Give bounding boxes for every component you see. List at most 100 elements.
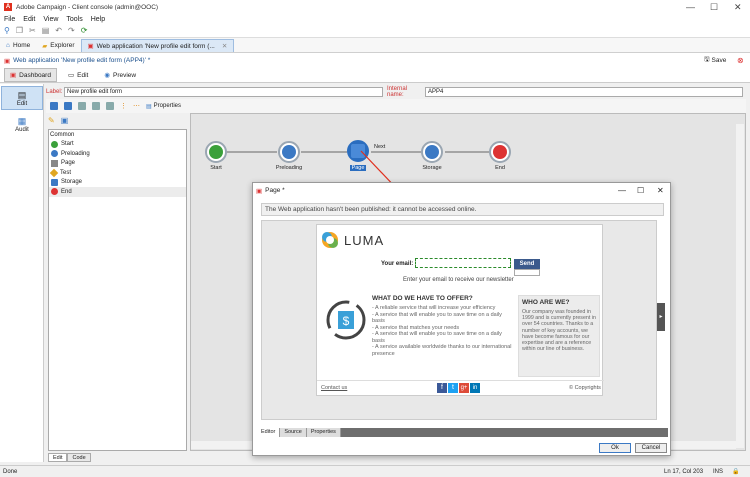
edit-page-icon: ▤ <box>17 89 27 100</box>
layout-horizontal-icon[interactable] <box>64 102 72 110</box>
insert-mode: INS <box>713 468 724 475</box>
palette-item-page[interactable]: Page <box>49 159 186 169</box>
email-input[interactable] <box>415 258 511 268</box>
close-window-button[interactable]: ✕ <box>734 2 742 13</box>
maximize-button[interactable]: ☐ <box>710 2 718 13</box>
contact-link[interactable]: Contact us <box>321 385 347 391</box>
who-text: Our company was founded in 1999 and is c… <box>522 309 596 353</box>
tab-webapp[interactable]: ▣ Web application 'New profile edit form… <box>80 39 235 52</box>
page-icon <box>51 159 58 167</box>
offer-title: WHAT DO WE HAVE TO OFFER? <box>372 295 473 302</box>
palette-item-preloading[interactable]: Preloading <box>49 149 186 159</box>
menu-help[interactable]: Help <box>91 16 105 23</box>
select-icon[interactable] <box>106 102 114 110</box>
facebook-icon[interactable]: f <box>437 383 447 393</box>
start-icon <box>209 145 223 159</box>
offer-item: - A service available worldwide thanks t… <box>372 344 512 357</box>
activity-palette: Common Start Preloading Page Test Storag… <box>48 129 187 451</box>
workflow-node-storage[interactable] <box>421 141 443 163</box>
tab-home[interactable]: ⌂ Home <box>0 39 36 52</box>
linkedin-icon[interactable]: in <box>470 383 480 393</box>
tab-edit[interactable]: ▭ Edit <box>63 69 93 81</box>
webapp-icon: ▣ <box>4 57 11 65</box>
dialog-title: Page * <box>265 187 285 194</box>
menu-file[interactable]: File <box>4 16 15 23</box>
tab-explorer[interactable]: ▰ Explorer <box>36 39 80 52</box>
undo-icon[interactable]: ↶ <box>55 26 62 35</box>
tab-webapp-label: Web application 'New profile edit form (… <box>96 42 215 50</box>
label-caption: Label: <box>46 88 63 95</box>
collapse-panel-handle[interactable]: ▸ <box>657 303 665 331</box>
palette-item-end[interactable]: End <box>49 187 186 197</box>
minimize-button[interactable]: — <box>686 2 695 12</box>
workflow-node-end[interactable] <box>489 141 511 163</box>
workflow-node-preloading[interactable] <box>278 141 300 163</box>
layout-icon[interactable] <box>50 102 58 110</box>
refresh-icon[interactable]: ⟳ <box>81 26 88 35</box>
save-button[interactable]: 🖫 Save <box>704 55 726 66</box>
menu-view[interactable]: View <box>43 16 58 23</box>
dialog-minimize-button[interactable]: — <box>618 186 626 195</box>
nav-edit[interactable]: ▤ Edit <box>1 86 43 110</box>
palette-item-test[interactable]: Test <box>49 168 186 178</box>
connect-icon[interactable]: ⚲ <box>4 26 10 35</box>
palette-item-storage[interactable]: Storage <box>49 178 186 188</box>
tab-editor[interactable]: Editor <box>257 428 281 437</box>
send-button[interactable]: Send <box>514 259 540 269</box>
tab-properties[interactable]: Properties <box>306 428 341 437</box>
tab-explorer-label: Explorer <box>50 42 75 49</box>
internal-name-field[interactable]: APP4 <box>425 86 743 97</box>
tab-source[interactable]: Source <box>280 428 307 437</box>
save-icon: 🖫 <box>704 56 710 63</box>
workflow-node-start[interactable] <box>205 141 227 163</box>
dialog-maximize-button[interactable]: ☐ <box>637 186 644 195</box>
menu-edit[interactable]: Edit <box>23 16 35 23</box>
tab-preview[interactable]: ◉ Preview <box>99 69 141 81</box>
dollar-cycle-icon: $ <box>326 300 366 340</box>
more-icon[interactable]: ⋮ <box>120 102 127 110</box>
label-field[interactable]: New profile edit form <box>64 86 383 97</box>
email-label: Your email: <box>381 261 414 267</box>
pencil-icon[interactable]: ✎ <box>48 116 55 125</box>
main-toolbar: ⚲ ❐ ✂ ▤ ↶ ↷ ⟳ <box>0 24 750 38</box>
palette-icon[interactable]: ▣ <box>61 116 69 125</box>
left-navigation: ▤ Edit ▦ Audit <box>0 84 44 462</box>
tab-edit-mode[interactable]: Edit <box>48 453 68 462</box>
twitter-icon[interactable]: t <box>448 383 458 393</box>
storage-icon <box>51 178 58 186</box>
properties-icon: ▤ <box>146 103 152 110</box>
paste-icon[interactable]: ▤ <box>42 26 50 35</box>
tab-edit-label: Edit <box>77 71 89 79</box>
luma-page: LUMA Your email: Send Enter your email t… <box>316 224 604 396</box>
tab-preview-label: Preview <box>113 71 137 79</box>
vertical-scrollbar[interactable] <box>736 124 744 448</box>
dialog-title-bar: ▣ Page * — ☐ ✕ <box>253 183 670 198</box>
zoom-icon[interactable] <box>92 102 100 110</box>
ellipsis-icon[interactable]: ⋯ <box>133 102 140 110</box>
palette-item-start[interactable]: Start <box>49 140 186 150</box>
nav-audit[interactable]: ▦ Audit <box>1 112 43 136</box>
zoom-fit-icon[interactable] <box>78 102 86 110</box>
tab-code-mode[interactable]: Code <box>67 453 91 462</box>
menu-tools[interactable]: Tools <box>66 16 82 23</box>
redo-icon[interactable]: ↷ <box>68 26 75 35</box>
send-dropdown[interactable] <box>514 269 540 276</box>
palette-preloading-label: Preloading <box>61 150 90 157</box>
tab-dashboard[interactable]: ▣ Dashboard <box>4 68 57 82</box>
copy-icon[interactable]: ❐ <box>16 26 23 35</box>
adobe-campaign-icon: A <box>4 3 12 11</box>
cut-icon[interactable]: ✂ <box>29 26 36 35</box>
page-icon: ▣ <box>256 187 263 195</box>
dialog-close-button[interactable]: ✕ <box>657 186 664 195</box>
googleplus-icon[interactable]: g+ <box>459 383 469 393</box>
delete-icon[interactable]: ⊗ <box>737 56 744 65</box>
offer-item: - A reliable service that will increase … <box>372 305 496 311</box>
ok-button[interactable]: Ok <box>599 443 631 453</box>
edit-icon: ▭ <box>67 72 75 79</box>
home-icon: ⌂ <box>6 42 10 49</box>
end-icon <box>493 145 507 159</box>
test-icon <box>49 168 59 177</box>
close-tab-icon[interactable]: ✕ <box>222 42 227 50</box>
properties-button[interactable]: ▤ Properties <box>146 103 181 110</box>
cancel-button[interactable]: Cancel <box>635 443 667 453</box>
